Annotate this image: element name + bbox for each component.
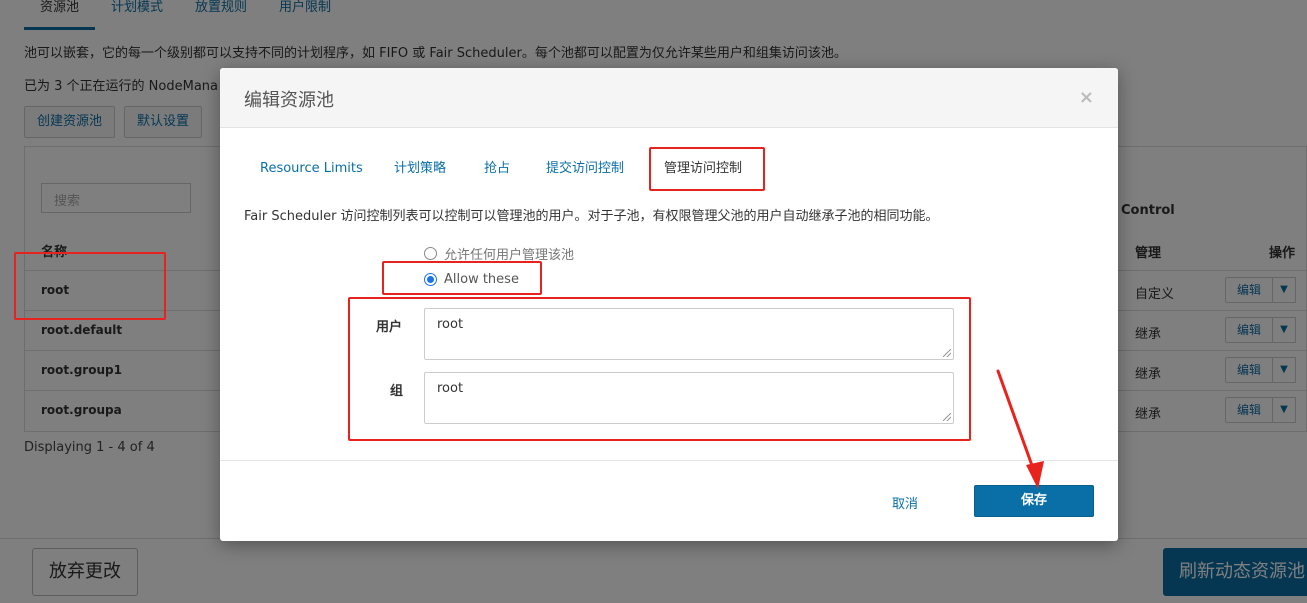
dialog-tabs: Resource Limits 计划策略 抢占 提交访问控制 管理访问控制 [244,148,1094,192]
page: 资源池 计划模式 放置规则 用户限制 池可以嵌套，它的每一个级别都可以支持不同的… [0,0,1307,603]
groups-value: root [437,381,464,396]
radio-allow-these-label: Allow these [444,272,519,287]
dialog-footer: 取消 保存 [220,460,1118,541]
acl-description: Fair Scheduler 访问控制列表可以控制可以管理池的用户。对于子池，有… [244,209,939,224]
cancel-button[interactable]: 取消 [892,493,918,512]
users-textarea[interactable]: root [424,308,954,360]
users-value: root [437,317,464,332]
tab-resource-limits[interactable]: Resource Limits [260,148,363,190]
resize-grip-icon[interactable] [943,413,951,421]
radio-checked-icon[interactable] [424,273,437,286]
dialog-header: 编辑资源池 × [220,68,1118,128]
groups-textarea[interactable]: root [424,372,954,424]
radio-any-user-label: 允许任何用户管理该池 [444,248,575,263]
save-button[interactable]: 保存 [974,485,1094,517]
close-icon[interactable]: × [1079,88,1094,108]
dialog-title: 编辑资源池 [244,90,334,111]
tab-preemption[interactable]: 抢占 [484,148,510,190]
tab-admin-access-control[interactable]: 管理访问控制 [664,148,742,190]
radio-unchecked-icon[interactable] [424,247,437,260]
resize-grip-icon[interactable] [943,349,951,357]
tab-submit-access-control[interactable]: 提交访问控制 [546,148,624,190]
tab-scheduling-policy[interactable]: 计划策略 [394,148,446,190]
users-label: 用户 [376,320,403,335]
groups-label: 组 [390,384,404,399]
radio-any-user[interactable]: 允许任何用户管理该池 [424,244,574,263]
edit-pool-dialog: 编辑资源池 × Resource Limits 计划策略 抢占 提交访问控制 管… [220,68,1118,541]
radio-allow-these[interactable]: Allow these [424,272,519,287]
